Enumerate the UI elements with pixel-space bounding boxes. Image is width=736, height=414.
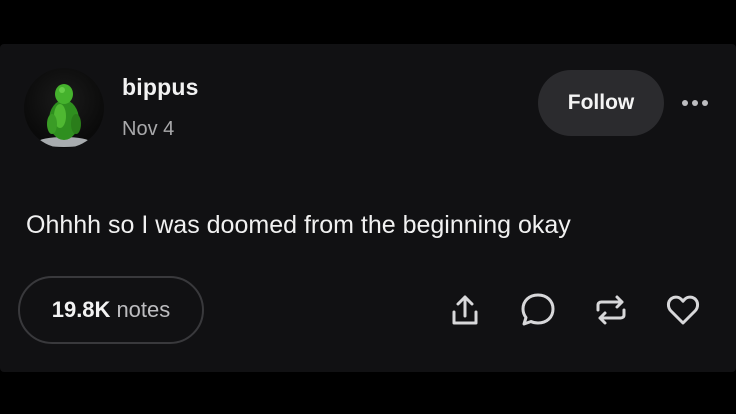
follow-button[interactable]: Follow	[538, 70, 664, 136]
reblog-icon	[596, 295, 626, 325]
notes-label: notes	[116, 297, 171, 322]
avatar-green-figure-icon	[38, 84, 90, 147]
post-date: Nov 4	[122, 118, 175, 140]
more-horizontal-icon-dot	[692, 100, 698, 106]
more-horizontal-icon	[682, 100, 688, 106]
notes-count: 19.8K	[51, 297, 111, 322]
reblog-button[interactable]	[589, 288, 633, 332]
speech-bubble-icon	[521, 293, 555, 326]
heart-icon	[666, 295, 700, 325]
reply-button[interactable]	[516, 288, 560, 332]
notes-button[interactable]: 19.8K notes	[18, 276, 204, 344]
share-icon	[452, 295, 478, 325]
post-body: Ohhhh so I was doomed from the beginning…	[26, 211, 571, 239]
avatar[interactable]	[24, 68, 104, 148]
more-horizontal-icon-dot	[702, 100, 708, 106]
share-button[interactable]	[443, 288, 487, 332]
like-button[interactable]	[661, 288, 705, 332]
username[interactable]: bippus	[122, 74, 199, 101]
page: bippus Nov 4 Follow Ohhhh so I was doome…	[0, 0, 736, 414]
more-options-button[interactable]	[678, 92, 712, 114]
